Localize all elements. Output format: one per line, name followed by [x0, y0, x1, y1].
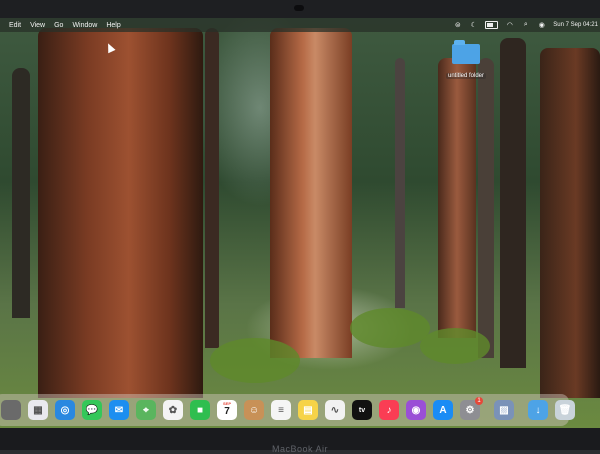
focus-moon-icon[interactable]: ☾ — [469, 21, 478, 30]
freeform-icon[interactable]: ∿ — [325, 400, 345, 420]
menu-go[interactable]: Go — [54, 22, 63, 29]
music-glyph: ♪ — [386, 404, 392, 416]
safari-icon[interactable]: ◎ — [55, 400, 75, 420]
laptop-model-label: MacBook Air — [271, 444, 329, 454]
trash-glyph: 🗑 — [558, 404, 572, 416]
apple-tv-glyph: tv — [358, 406, 366, 414]
freeform-glyph: ∿ — [330, 404, 340, 416]
dock: ▦ ◎ 💬 ✉ ⌖ ✿ ■ SEP 7 ☺ ≡ ▤ ∿ tv ♪ ◉ A ⚙ 1 ▨ ↓ 🗑 — [0, 394, 575, 426]
camera-notch — [294, 5, 304, 11]
messages-icon[interactable]: 💬 — [82, 400, 102, 420]
calendar-day-label: 7 — [224, 406, 230, 417]
launchpad-glyph: ▦ — [33, 404, 43, 416]
menu-window[interactable]: Window — [72, 22, 97, 29]
reminders-glyph: ≡ — [278, 404, 284, 416]
app-store-icon[interactable]: A — [433, 400, 453, 420]
siri-icon[interactable]: ◉ — [537, 21, 546, 30]
facetime-glyph: ■ — [196, 404, 204, 416]
maps-icon[interactable]: ⌖ — [136, 400, 156, 420]
wallpaper-tree — [540, 48, 600, 398]
podcasts-glyph: ◉ — [411, 404, 421, 416]
wallpaper-bush — [210, 338, 300, 383]
folder-icon[interactable] — [452, 40, 480, 64]
system-settings-icon[interactable]: ⚙ 1 — [460, 397, 483, 420]
reminders-icon[interactable]: ≡ — [271, 400, 291, 420]
menu-bar: Edit View Go Window Help ⊜ ☾ ◠ ⌕ ◉ Sun 7… — [0, 18, 600, 32]
notes-icon[interactable]: ▤ — [298, 400, 318, 420]
contacts-icon[interactable]: ☺ — [244, 400, 264, 420]
desktop-folder-untitled[interactable]: untitled folder — [440, 40, 492, 82]
calendar-icon[interactable]: SEP 7 — [217, 400, 237, 420]
control-center-icon[interactable]: ⊜ — [453, 21, 462, 30]
wallpaper-tree — [500, 38, 526, 368]
wallpaper-tree — [395, 58, 405, 308]
photos-glyph: ✿ — [168, 404, 178, 416]
menu-help[interactable]: Help — [106, 22, 120, 29]
mail-icon[interactable]: ✉ — [109, 400, 129, 420]
music-icon[interactable]: ♪ — [379, 400, 399, 420]
notification-badge: 1 — [475, 397, 483, 405]
menu-bar-status-area: ⊜ ☾ ◠ ⌕ ◉ Sun 7 Sep 04:21 — [453, 18, 600, 32]
wallpaper-bush — [350, 308, 430, 348]
wallpaper-tree — [438, 58, 476, 338]
apple-tv-icon[interactable]: tv — [352, 400, 372, 420]
wallpaper-sequoia-trunk — [270, 28, 352, 358]
messages-glyph: 💬 — [85, 404, 99, 416]
wallpaper-sequoia-trunk — [38, 28, 203, 398]
calendar-month-label: SEP — [222, 401, 231, 406]
notes-glyph: ▤ — [303, 404, 313, 416]
battery-icon[interactable] — [485, 21, 499, 29]
photos-icon[interactable]: ✿ — [163, 400, 183, 420]
contacts-glyph: ☺ — [248, 404, 260, 416]
mail-glyph: ✉ — [114, 404, 124, 416]
wallpaper-bush — [420, 328, 490, 364]
launchpad-icon[interactable]: ▦ — [28, 400, 48, 420]
system-settings-glyph: ⚙ — [465, 404, 475, 416]
downloads-folder-icon[interactable]: ↓ — [528, 400, 548, 420]
wallpaper-tree — [478, 58, 494, 358]
trash-icon[interactable]: 🗑 — [555, 400, 575, 420]
menu-edit[interactable]: Edit — [9, 22, 21, 29]
partial-app-icon[interactable] — [1, 400, 21, 420]
facetime-icon[interactable]: ■ — [190, 400, 210, 420]
wallpaper-tree — [12, 68, 30, 318]
desktop-screen: Edit View Go Window Help ⊜ ☾ ◠ ⌕ ◉ Sun 7… — [0, 18, 600, 428]
safari-glyph: ◎ — [60, 404, 70, 416]
desktop-folder-label: untitled folder — [445, 73, 487, 79]
downloads-folder-glyph: ↓ — [535, 404, 541, 416]
wifi-icon[interactable]: ◠ — [505, 21, 514, 30]
menu-bar-clock[interactable]: Sun 7 Sep 04:21 — [553, 22, 598, 28]
preview-glyph: ▨ — [499, 404, 509, 416]
preview-icon[interactable]: ▨ — [494, 400, 514, 420]
wallpaper-tree — [205, 28, 219, 348]
search-icon[interactable]: ⌕ — [521, 21, 530, 30]
maps-glyph: ⌖ — [143, 404, 149, 416]
app-store-glyph: A — [439, 404, 447, 416]
podcasts-icon[interactable]: ◉ — [406, 400, 426, 420]
menu-view[interactable]: View — [30, 22, 45, 29]
